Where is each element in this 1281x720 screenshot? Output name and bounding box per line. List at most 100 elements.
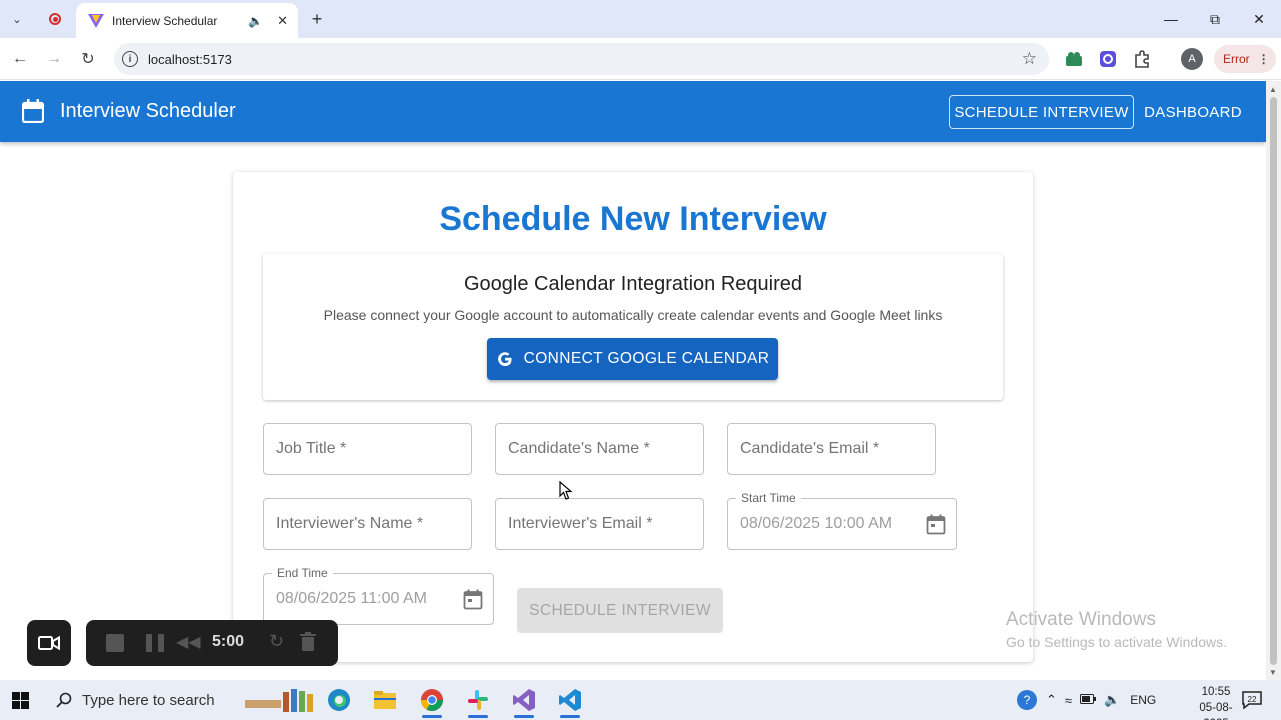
nav-dashboard-button[interactable]: DASHBOARD [1144,95,1241,129]
browser-toolbar: ← → ↻ i localhost:5173 ☆ A Error ⋮ [0,38,1281,80]
taskbar-clock[interactable]: 10:55 05-08-2025 [1196,684,1236,720]
candidate-email-placeholder: Candidate's Email * [740,440,880,457]
chrome-icon[interactable] [417,686,447,718]
google-g-icon [497,352,512,366]
menu-kebab-icon[interactable]: ⋮ [1258,52,1270,66]
close-tab-icon[interactable]: ✕ [277,13,288,29]
page-viewport: Interview Scheduler SCHEDULE INTERVIEW D… [0,81,1266,680]
rewind-icon[interactable]: ◀◀ [176,632,201,652]
reload-icon[interactable]: ↻ [76,47,100,71]
end-time-field[interactable]: End Time 08/06/2025 11:00 AM [263,566,494,625]
windows-taskbar: Type here to search ? ⌃ ≈ 🔈 ENG 10:55 05… [0,680,1281,720]
connect-google-calendar-button[interactable]: CONNECT GOOGLE CALENDAR [487,338,778,380]
page-scrollbar[interactable]: ▲ ▼ [1266,81,1281,680]
clock-date: 05-08-2025 [1199,702,1233,720]
close-window-icon[interactable]: ✕ [1237,0,1281,38]
error-chip[interactable]: Error ⋮ [1214,45,1276,73]
recorder-camera-button[interactable] [27,620,71,666]
end-time-value: 08/06/2025 11:00 AM [276,590,427,607]
clock-time: 10:55 [1201,686,1231,698]
candidate-email-field[interactable]: Candidate's Email * [727,423,936,475]
nav-schedule-interview-button[interactable]: SCHEDULE INTERVIEW [949,95,1134,129]
bookmark-star-icon[interactable]: ☆ [1022,49,1037,69]
volume-icon[interactable]: 🔈 [1104,692,1120,708]
speaker-icon[interactable]: 🔈 [248,14,263,28]
app-title: Interview Scheduler [60,100,236,122]
watermark-line2: Go to Settings to activate Windows. [1006,634,1227,650]
google-integration-description: Please connect your Google account to au… [323,307,943,323]
google-integration-panel: Google Calendar Integration Required Ple… [263,254,1003,400]
pause-icon[interactable] [146,634,164,652]
interviewer-name-field[interactable]: Interviewer's Name * [263,498,472,550]
stop-icon[interactable] [106,634,124,652]
schedule-form-card: Schedule New Interview Google Calendar I… [233,172,1033,662]
system-tray: ? ⌃ ≈ 🔈 ENG [1016,680,1156,720]
job-title-placeholder: Job Title * [276,440,347,457]
forward-icon[interactable]: → [42,47,66,71]
calendar-icon [22,99,44,123]
candidate-name-field[interactable]: Candidate's Name * [495,423,704,475]
page-title: Schedule New Interview [439,200,827,238]
google-integration-title: Google Calendar Integration Required [464,273,802,295]
file-explorer-icon[interactable] [370,686,400,714]
start-time-field[interactable]: Start Time 08/06/2025 10:00 AM [727,491,957,550]
restart-icon[interactable]: ↻ [269,631,284,652]
show-hidden-icons-chevron-icon[interactable]: ⌃ [1046,692,1057,708]
search-highlight-books-icon[interactable] [244,686,316,714]
start-time-label: Start Time [736,491,801,505]
notification-count: 22 [1248,695,1257,704]
extensions-puzzle-icon[interactable] [1130,47,1154,71]
extension-icon[interactable] [1062,47,1086,71]
watermark-line1: Activate Windows [1006,609,1156,630]
taskbar-search-placeholder: Type here to search [82,691,215,709]
help-icon[interactable]: ? [1016,689,1038,711]
start-time-value: 08/06/2025 10:00 AM [740,515,893,532]
scroll-up-icon[interactable]: ▲ [1269,85,1277,94]
candidate-name-placeholder: Candidate's Name * [508,440,650,457]
interviewer-name-placeholder: Interviewer's Name * [276,515,424,532]
app-header: Interview Scheduler SCHEDULE INTERVIEW D… [0,81,1266,142]
back-icon[interactable]: ← [8,47,32,71]
visual-studio-icon[interactable] [509,686,539,718]
tab-search-chevron-icon[interactable]: ⌄ [4,7,30,31]
end-time-label: End Time [272,566,333,580]
new-tab-icon[interactable]: + [305,7,329,31]
url-text[interactable]: localhost:5173 [148,52,1022,67]
tab-title: Interview Schedular [112,13,218,28]
interviewer-email-placeholder: Interviewer's Email * [508,515,653,532]
job-title-field[interactable]: Job Title * [263,423,472,475]
minimize-icon[interactable]: — [1149,0,1193,38]
extension-gear-icon[interactable] [1096,47,1120,71]
wifi-icon[interactable]: ≈ [1065,693,1072,708]
calendar-picker-icon[interactable] [926,514,946,535]
vscode-icon[interactable] [555,686,585,718]
address-bar[interactable]: i localhost:5173 ☆ [114,43,1049,75]
slack-icon[interactable] [463,686,493,718]
mouse-cursor-icon [559,481,573,500]
submit-schedule-interview-button[interactable]: SCHEDULE INTERVIEW [517,588,723,633]
edge-browser-icon[interactable] [324,686,354,714]
interviewer-email-field[interactable]: Interviewer's Email * [495,498,704,550]
active-tab[interactable]: Interview Schedular 🔈 ✕ [76,3,298,38]
language-indicator[interactable]: ENG [1130,693,1156,707]
maximize-icon[interactable]: ⧉ [1193,0,1237,38]
search-icon [56,692,72,708]
error-label: Error [1223,52,1250,66]
trash-icon[interactable] [300,632,316,652]
windows-start-icon[interactable] [12,692,29,709]
browser-tab-strip: ⌄ Interview Schedular 🔈 ✕ + — ⧉ ✕ [0,0,1281,38]
battery-icon[interactable] [1080,693,1097,707]
recording-tab[interactable] [40,7,70,31]
video-camera-icon [38,635,60,651]
scrollbar-thumb[interactable] [1270,97,1277,665]
site-info-icon[interactable]: i [122,51,138,67]
calendar-picker-icon[interactable] [463,589,483,610]
connect-google-calendar-label: CONNECT GOOGLE CALENDAR [523,350,770,367]
windows-activation-watermark: Activate Windows Go to Settings to activ… [1006,609,1227,650]
recording-timer: 5:00 [212,633,245,650]
scroll-down-icon[interactable]: ▼ [1269,668,1277,677]
svg-text:?: ? [1024,693,1031,707]
profile-avatar[interactable]: A [1181,48,1203,70]
vite-logo-icon [88,13,104,28]
notification-center-icon[interactable]: 22 [1241,690,1263,710]
